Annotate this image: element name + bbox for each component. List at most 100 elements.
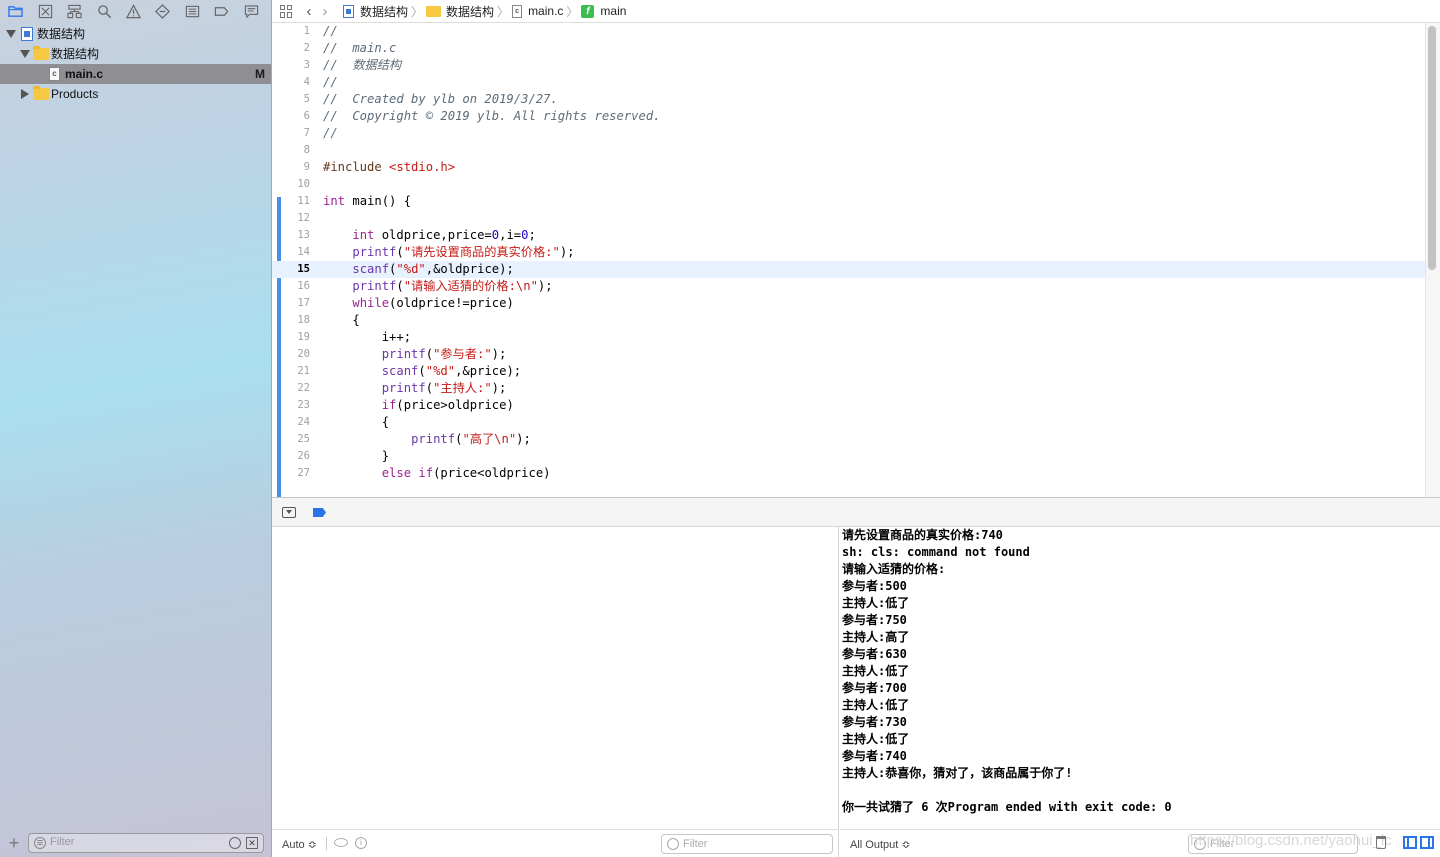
code-token: i++; bbox=[323, 330, 412, 344]
line-number: 22 bbox=[297, 382, 310, 394]
code-line[interactable]: 26 } bbox=[272, 448, 1425, 465]
line-number: 14 bbox=[297, 246, 310, 258]
breadcrumb-group[interactable]: 数据结构 bbox=[426, 3, 494, 20]
code-text: #include <stdio.h> bbox=[323, 159, 455, 176]
code-line[interactable]: 23 if(price>oldprice) bbox=[272, 397, 1425, 414]
breadcrumb-function[interactable]: f main bbox=[581, 4, 626, 18]
show-variables-icon[interactable] bbox=[1403, 836, 1417, 849]
test-icon[interactable] bbox=[153, 1, 172, 21]
editor-scrollbar[interactable] bbox=[1428, 26, 1436, 270]
tree-item-group[interactable]: 数据结构 bbox=[0, 44, 271, 64]
variables-filter-input[interactable]: Filter bbox=[661, 834, 833, 854]
code-line[interactable]: 13 int oldprice,price=0,i=0; bbox=[272, 227, 1425, 244]
code-line[interactable]: 7 // bbox=[272, 125, 1425, 142]
code-line[interactable]: 15 scanf("%d",&oldprice); bbox=[272, 261, 1425, 278]
search-icon[interactable] bbox=[94, 1, 113, 21]
folder-icon[interactable] bbox=[6, 1, 25, 21]
code-text: int main() { bbox=[323, 193, 411, 210]
code-token: ( bbox=[425, 347, 434, 361]
code-line[interactable]: 8 bbox=[272, 142, 1425, 159]
code-line[interactable]: 16 printf("请输入适猜的价格:\n"); bbox=[272, 278, 1425, 295]
source-control-filter-icon[interactable]: ✕ bbox=[246, 837, 258, 849]
code-line[interactable]: 17 while(oldprice!=price) bbox=[272, 295, 1425, 312]
code-line[interactable]: 10 bbox=[272, 176, 1425, 193]
code-token: scanf bbox=[352, 262, 390, 276]
code-line[interactable]: 3 // 数据结构 bbox=[272, 57, 1425, 74]
code-token: printf bbox=[411, 432, 456, 446]
breakpoints-toggle-icon[interactable] bbox=[313, 508, 326, 517]
console-line: 参与者:730 bbox=[842, 715, 907, 729]
code-text: scanf("%d",&oldprice); bbox=[323, 261, 513, 278]
tree-item-products[interactable]: Products bbox=[0, 84, 271, 104]
eye-icon[interactable] bbox=[334, 838, 348, 847]
breadcrumb-file[interactable]: c main.c bbox=[512, 4, 563, 18]
console-line: 主持人:高了 bbox=[842, 630, 910, 644]
code-line[interactable]: 1 // bbox=[272, 23, 1425, 40]
code-token: "%d" bbox=[396, 262, 426, 276]
console-line: 参与者:700 bbox=[842, 681, 907, 695]
code-token: printf bbox=[352, 245, 397, 259]
code-token: // Created by ylb on 2019/3/27. bbox=[323, 92, 558, 106]
scope-selector[interactable]: Auto ≎ bbox=[282, 838, 317, 851]
navigator-filter-input[interactable]: Filter ✕ bbox=[28, 833, 264, 853]
source-control-icon[interactable] bbox=[35, 1, 54, 21]
code-line[interactable]: 20 printf("参与者:"); bbox=[272, 346, 1425, 363]
code-line[interactable]: 18 { bbox=[272, 312, 1425, 329]
console-line: 参与者:750 bbox=[842, 613, 907, 627]
code-line[interactable]: 5 // Created by ylb on 2019/3/27. bbox=[272, 91, 1425, 108]
debug-icon[interactable] bbox=[183, 1, 202, 21]
breadcrumb-label: 数据结构 bbox=[360, 4, 409, 19]
breadcrumb-project[interactable]: 数据结构 bbox=[343, 3, 408, 20]
code-line[interactable]: 2 // main.c bbox=[272, 40, 1425, 57]
code-line[interactable]: 12 bbox=[272, 210, 1425, 227]
code-token: "参与者:" bbox=[433, 347, 492, 361]
info-icon[interactable]: i bbox=[355, 837, 367, 849]
back-arrow-icon[interactable]: ‹ bbox=[301, 3, 317, 20]
tree-item-file-selected[interactable]: c main.c M bbox=[0, 64, 271, 84]
code-line[interactable]: 14 printf("请先设置商品的真实价格:"); bbox=[272, 244, 1425, 261]
code-text: // 数据结构 bbox=[323, 57, 401, 74]
project-icon bbox=[343, 4, 354, 18]
code-token: { bbox=[323, 415, 390, 429]
disclosure-triangle-icon[interactable] bbox=[21, 89, 29, 99]
trash-icon[interactable] bbox=[1376, 836, 1386, 849]
console[interactable]: 请先设置商品的真实价格:740 sh: cls: command not foun… bbox=[840, 527, 1440, 857]
console-output: 请先设置商品的真实价格:740 sh: cls: command not foun… bbox=[842, 527, 1172, 816]
hide-debug-area-icon[interactable] bbox=[282, 507, 296, 518]
add-icon[interactable]: + bbox=[0, 829, 28, 857]
navigator-bottom-bar: + Filter ✕ bbox=[0, 829, 271, 857]
code-line[interactable]: 22 printf("主持人:"); bbox=[272, 380, 1425, 397]
disclosure-triangle-icon[interactable] bbox=[6, 30, 16, 38]
tree-item-label: 数据结构 bbox=[37, 27, 86, 41]
code-line[interactable]: 19 i++; bbox=[272, 329, 1425, 346]
report-icon[interactable] bbox=[242, 1, 261, 21]
code-line[interactable]: 9 #include <stdio.h> bbox=[272, 159, 1425, 176]
code-text: scanf("%d",&price); bbox=[323, 363, 521, 380]
breakpoint-icon[interactable] bbox=[212, 1, 231, 21]
code-line[interactable]: 4 // bbox=[272, 74, 1425, 91]
line-number: 13 bbox=[297, 229, 310, 241]
line-number: 4 bbox=[303, 76, 310, 88]
source-editor[interactable]: 1 // 2 // main.c 3 // 数据结构 4 // 5 // Created by y… bbox=[272, 23, 1425, 497]
warning-icon[interactable] bbox=[124, 1, 143, 21]
code-line[interactable]: 21 scanf("%d",&price); bbox=[272, 363, 1425, 380]
tree-item-project[interactable]: 数据结构 bbox=[0, 24, 271, 44]
code-line[interactable]: 24 { bbox=[272, 414, 1425, 431]
hierarchy-icon[interactable] bbox=[65, 1, 84, 21]
console-line: 主持人:低了 bbox=[842, 698, 910, 712]
show-console-icon[interactable] bbox=[1420, 836, 1434, 849]
code-line[interactable]: 27 else if(price<oldprice) bbox=[272, 465, 1425, 482]
output-selector[interactable]: All Output ≎ bbox=[850, 838, 911, 851]
code-line[interactable]: 25 printf("高了\n"); bbox=[272, 431, 1425, 448]
code-token: "请输入适猜的价格:\n" bbox=[403, 279, 538, 293]
forward-arrow-icon[interactable]: › bbox=[317, 3, 333, 20]
recent-files-icon[interactable] bbox=[229, 837, 241, 849]
disclosure-triangle-icon[interactable] bbox=[20, 50, 30, 58]
code-line[interactable]: 11 int main() { bbox=[272, 193, 1425, 210]
code-line[interactable]: 6 // Copyright © 2019 ylb. All rights res… bbox=[272, 108, 1425, 125]
related-items-icon[interactable] bbox=[280, 4, 293, 18]
code-token: // bbox=[323, 75, 338, 89]
